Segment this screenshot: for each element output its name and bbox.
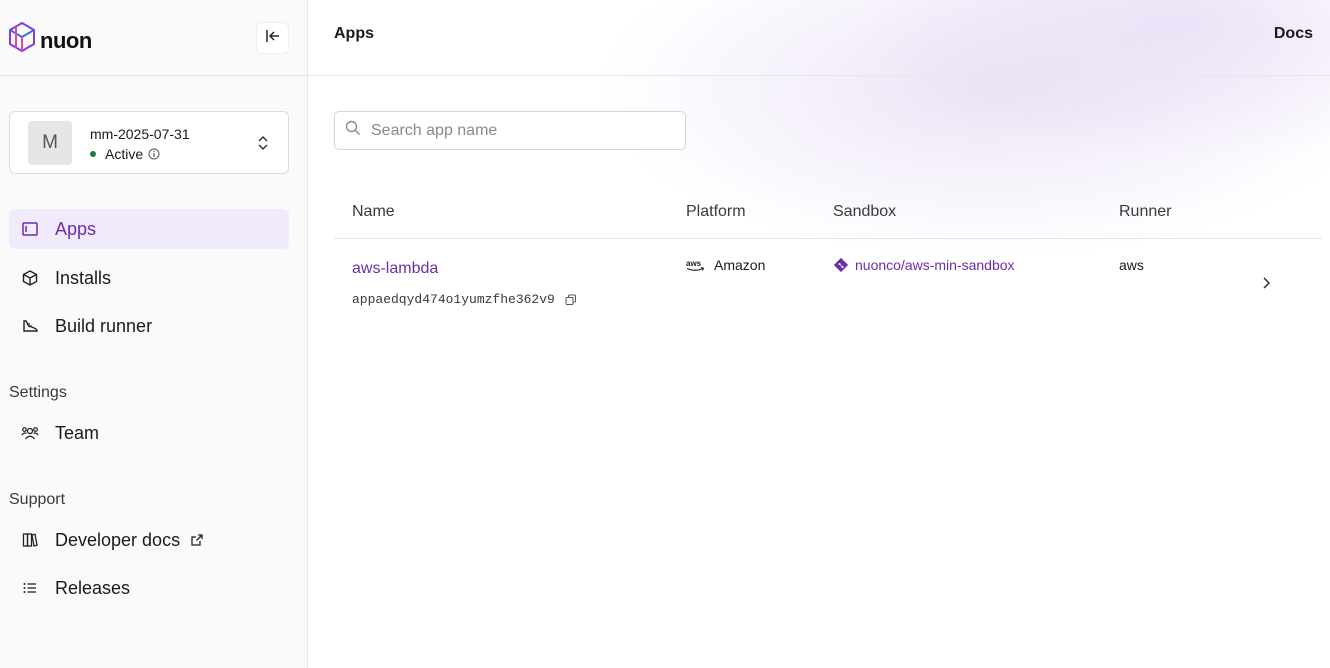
sneaker-icon <box>21 317 39 335</box>
org-switcher[interactable]: M mm-2025-07-31 Active <box>9 111 289 174</box>
background-gradient <box>308 0 1330 668</box>
settings-section-label: Settings <box>9 384 67 401</box>
sidebar-item-label: Releases <box>55 577 131 598</box>
support-section-label: Support <box>9 491 66 508</box>
list-icon <box>21 579 39 597</box>
sidebar-item-label: Apps <box>55 218 97 239</box>
app-id-text: appaedqyd474o1yumzfhe362v9 <box>352 292 555 307</box>
sandbox-link[interactable]: nuonco/aws-min-sandbox <box>833 257 1015 273</box>
sandbox-name: nuonco/aws-min-sandbox <box>855 257 1015 273</box>
aws-logo-icon: aws <box>686 258 706 272</box>
search-input[interactable] <box>371 121 671 140</box>
org-status-label: Active <box>105 146 144 162</box>
brand-logo[interactable]: nuon <box>8 21 92 60</box>
collapse-sidebar-button[interactable] <box>256 22 289 54</box>
sidebar: nuon M mm-2025-07-31 Active Apps Install… <box>0 0 308 668</box>
platform-cell: aws Amazon <box>686 257 765 273</box>
sidebar-item-apps[interactable]: Apps <box>9 209 289 249</box>
chevron-up-down-icon <box>257 134 269 157</box>
column-header-runner[interactable]: Runner <box>1119 203 1171 221</box>
nuon-logo-icon <box>8 21 36 60</box>
column-header-name[interactable]: Name <box>352 203 395 221</box>
collapse-icon <box>264 27 282 50</box>
apps-icon <box>21 220 39 238</box>
git-icon <box>833 257 849 273</box>
app-id: appaedqyd474o1yumzfhe362v9 <box>352 292 577 307</box>
table-row[interactable]: aws-lambda appaedqyd474o1yumzfhe362v9 aw… <box>334 239 1322 329</box>
search-icon <box>345 120 361 141</box>
status-dot <box>90 151 96 157</box>
page-header: Apps Docs <box>308 0 1330 76</box>
main-content: Apps Docs Name Platform Sandbox Runner a… <box>308 0 1330 668</box>
org-name: mm-2025-07-31 <box>90 126 190 142</box>
sidebar-item-label: Installs <box>55 267 112 288</box>
app-name-link[interactable]: aws-lambda <box>352 260 438 278</box>
platform-name: Amazon <box>714 257 766 273</box>
sidebar-header: nuon <box>0 0 307 76</box>
svg-text:aws: aws <box>686 259 702 268</box>
sidebar-item-installs[interactable]: Installs <box>9 258 289 298</box>
info-icon[interactable] <box>148 148 160 160</box>
docs-link[interactable]: Docs <box>1274 25 1313 43</box>
cube-icon <box>21 269 39 287</box>
sidebar-item-label: Build runner <box>55 315 153 336</box>
books-icon <box>21 531 39 549</box>
table-header: Name Platform Sandbox Runner <box>334 188 1322 239</box>
sidebar-item-build-runner[interactable]: Build runner <box>9 306 289 346</box>
copy-icon[interactable] <box>565 294 577 306</box>
search-box[interactable] <box>334 111 686 150</box>
sidebar-item-label: Team <box>55 422 100 443</box>
org-avatar: M <box>28 121 72 165</box>
runner-cell: aws <box>1119 257 1144 273</box>
external-link-icon <box>190 533 204 547</box>
column-header-sandbox[interactable]: Sandbox <box>833 203 896 221</box>
brand-name: nuon <box>40 27 92 53</box>
org-status: Active <box>90 146 160 162</box>
sidebar-item-developer-docs[interactable]: Developer docs <box>9 520 289 560</box>
sidebar-item-releases[interactable]: Releases <box>9 568 289 608</box>
sidebar-item-label: Developer docs <box>55 529 181 550</box>
team-icon <box>21 424 39 442</box>
chevron-right-icon[interactable] <box>1261 276 1271 290</box>
sidebar-item-team[interactable]: Team <box>9 413 289 453</box>
page-title: Apps <box>334 25 374 42</box>
column-header-platform[interactable]: Platform <box>686 203 746 221</box>
